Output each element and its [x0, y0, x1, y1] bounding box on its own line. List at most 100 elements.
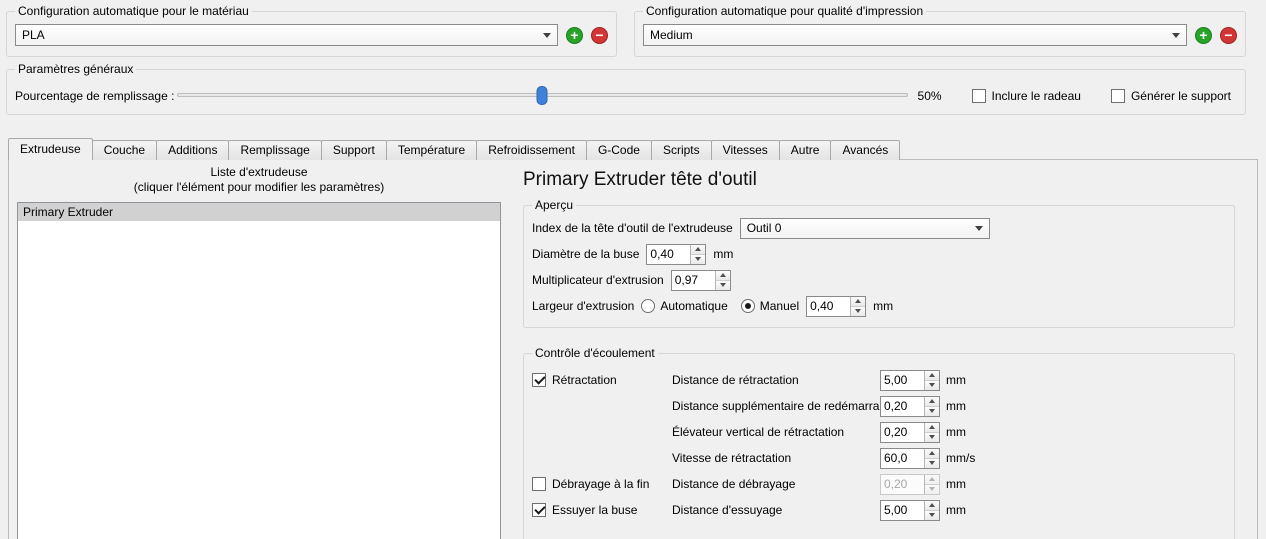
restart-distance-input[interactable] [881, 396, 924, 416]
plus-icon: + [570, 27, 579, 43]
tab-support[interactable]: Support [320, 140, 387, 160]
material-config-group: Configuration automatique pour le matéri… [6, 4, 617, 57]
extrusion-width-auto-radio-group[interactable]: Automatique [641, 299, 728, 313]
retraction-checkbox-group[interactable]: Rétractation [532, 373, 672, 387]
wipe-distance-spinner [880, 499, 940, 521]
infill-slider[interactable] [177, 85, 908, 106]
wipe-distance-input[interactable] [881, 500, 924, 520]
coast-checkbox-group[interactable]: Débrayage à la fin [532, 477, 672, 491]
tab-additions[interactable]: Additions [156, 140, 230, 160]
vertical-lift-input[interactable] [881, 422, 924, 442]
toolhead-index-row: Index de la tête d'outil de l'extrudeuse… [532, 215, 1226, 241]
vertical-lift-row: Élévateur vertical de rétractation mm [532, 419, 1226, 445]
spin-down-icon[interactable] [851, 305, 866, 316]
wipe-checkbox-group[interactable]: Essuyer la buse [532, 503, 672, 517]
tab-extrudeuse[interactable]: Extrudeuse [8, 138, 93, 160]
extruder-list-title: Liste d'extrudeuse [210, 165, 308, 179]
coast-label: Débrayage à la fin [552, 477, 650, 491]
remove-material-button[interactable]: − [591, 26, 608, 44]
spin-up-icon[interactable] [925, 396, 939, 406]
extrusion-width-label: Largeur d'extrusion [532, 299, 635, 313]
extrusion-width-unit: mm [873, 299, 894, 313]
coast-checkbox[interactable] [532, 477, 546, 491]
include-raft-checkbox[interactable] [971, 88, 986, 103]
spin-down-icon[interactable] [691, 253, 706, 264]
spin-down-icon[interactable] [715, 279, 730, 290]
extrusion-width-input[interactable] [807, 296, 851, 316]
retraction-speed-unit: mm/s [946, 451, 976, 465]
tab-scripts[interactable]: Scripts [650, 140, 712, 160]
general-settings-row: Pourcentage de remplissage : 50% Inclure… [15, 85, 1237, 106]
general-settings-group: Paramètres généraux Pourcentage de rempl… [6, 62, 1246, 115]
tab-couche[interactable]: Couche [91, 140, 158, 160]
app-window: Configuration automatique pour le matéri… [0, 0, 1266, 539]
wipe-distance-label: Distance d'essuyage [672, 503, 783, 517]
spin-up-icon[interactable] [925, 370, 939, 380]
spin-up-icon[interactable] [715, 270, 730, 280]
spin-up-icon[interactable] [691, 244, 706, 254]
spin-down-icon[interactable] [925, 457, 939, 468]
retraction-speed-spinner [880, 447, 940, 469]
chevron-down-icon [543, 32, 551, 38]
extrusion-width-manual-radio-group[interactable]: Manuel [740, 299, 800, 313]
ooze-control-title: Contrôle d'écoulement [535, 346, 655, 360]
tab-remplissage[interactable]: Remplissage [228, 140, 322, 160]
coast-distance-spinner [880, 473, 940, 495]
extrusion-multiplier-row: Multiplicateur d'extrusion [532, 267, 1226, 293]
wipe-distance-row: Essuyer la buse Distance d'essuyage mm [532, 497, 1226, 523]
include-raft-checkbox-group[interactable]: Inclure le radeau [971, 88, 1081, 103]
chevron-down-icon [1172, 32, 1180, 38]
list-item-primary-extruder[interactable]: Primary Extruder [18, 203, 500, 221]
coast-distance-label: Distance de débrayage [672, 477, 796, 491]
nozzle-diameter-input[interactable] [647, 244, 691, 264]
extrusion-width-manual-radio[interactable] [740, 299, 755, 313]
spin-down-icon[interactable] [925, 405, 939, 416]
spin-up-icon[interactable] [925, 448, 939, 458]
retraction-checkbox[interactable] [532, 373, 546, 387]
generate-support-checkbox[interactable] [1110, 88, 1125, 103]
spin-down-icon[interactable] [925, 379, 939, 390]
nozzle-diameter-spinner [646, 243, 707, 265]
extrusion-width-row: Largeur d'extrusion Automatique Manuel 0… [532, 293, 1226, 319]
tab-gcode[interactable]: G-Code [585, 140, 652, 160]
toolhead-index-value: Outil 0 [746, 221, 782, 235]
tab-temperature[interactable]: Température [385, 140, 478, 160]
spinner-buttons [924, 500, 939, 520]
overview-group-title: Aperçu [535, 198, 574, 212]
generate-support-label: Générer le support [1130, 88, 1231, 103]
vertical-lift-unit: mm [946, 425, 966, 439]
infill-slider-handle[interactable] [536, 86, 548, 105]
spin-up-icon[interactable] [925, 500, 939, 510]
tab-avances[interactable]: Avancés [830, 140, 901, 160]
remove-quality-button[interactable]: − [1220, 26, 1237, 44]
restart-distance-spinner [880, 395, 940, 417]
extrusion-width-auto-radio[interactable] [641, 299, 656, 313]
add-material-button[interactable]: + [566, 26, 583, 44]
extrusion-multiplier-input[interactable] [671, 270, 715, 290]
toolhead-index-label: Index de la tête d'outil de l'extrudeuse [532, 221, 733, 235]
quality-select[interactable]: Medium [643, 24, 1187, 46]
spin-down-icon[interactable] [925, 509, 939, 520]
spin-down-icon[interactable] [925, 431, 939, 442]
tab-refroidissement[interactable]: Refroidissement [476, 140, 587, 160]
retraction-distance-input[interactable] [881, 370, 924, 390]
toolhead-index-select[interactable]: Outil 0 [739, 217, 990, 239]
extrusion-width-manual-label: Manuel [759, 299, 800, 313]
retraction-speed-input[interactable] [881, 448, 924, 468]
add-quality-button[interactable]: + [1195, 26, 1212, 44]
wipe-checkbox[interactable] [532, 503, 546, 517]
tab-autre[interactable]: Autre [778, 140, 832, 160]
plus-icon: + [1199, 27, 1208, 43]
spin-up-icon[interactable] [851, 296, 866, 306]
retraction-speed-label: Vitesse de rétractation [672, 451, 792, 465]
extrusion-multiplier-spinner [670, 269, 731, 291]
generate-support-checkbox-group[interactable]: Générer le support [1110, 88, 1231, 103]
material-select[interactable]: PLA [15, 24, 558, 46]
quality-config-group: Configuration automatique pour qualité d… [634, 4, 1246, 57]
spin-up-icon[interactable] [925, 422, 939, 432]
tab-vitesses[interactable]: Vitesses [710, 140, 780, 160]
retraction-label: Rétractation [552, 373, 617, 387]
retraction-distance-unit: mm [946, 373, 966, 387]
extrusion-width-auto-label: Automatique [660, 299, 728, 313]
vertical-lift-spinner [880, 421, 940, 443]
